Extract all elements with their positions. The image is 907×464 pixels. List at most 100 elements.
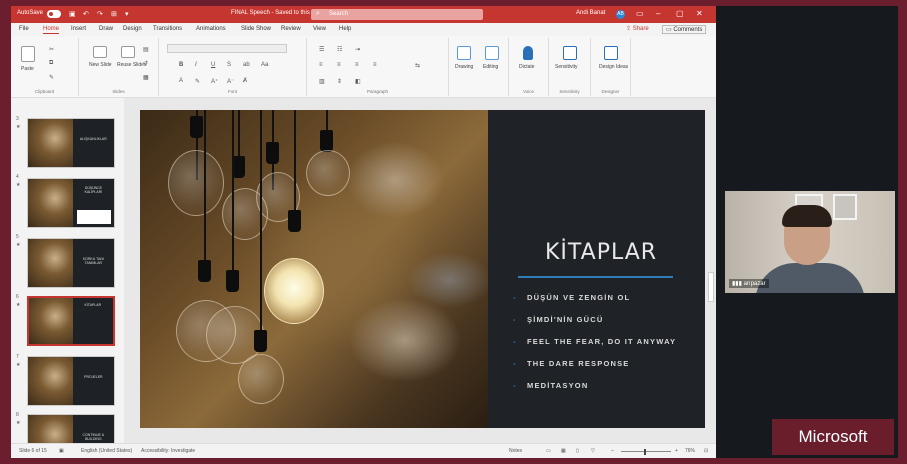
thumb-number: 5	[16, 234, 19, 240]
font-shrink-icon[interactable]: A⁻	[227, 78, 234, 85]
align-right-icon[interactable]: ≡	[355, 62, 359, 68]
avatar[interactable]: AB	[616, 10, 625, 19]
autosave-toggle[interactable]	[47, 10, 61, 18]
paste-icon[interactable]	[21, 46, 35, 62]
group-voice: Dictate Voice	[509, 38, 549, 96]
language-status[interactable]: English (United States)	[81, 448, 132, 454]
font-size-icon[interactable]: A⁺	[211, 78, 218, 85]
scrollbar-thumb[interactable]	[708, 272, 714, 302]
tab-insert[interactable]: Insert	[71, 26, 86, 32]
align-left-icon[interactable]: ≡	[319, 62, 323, 68]
microphone-icon[interactable]	[523, 46, 533, 60]
tab-slide-show[interactable]: Slide Show	[241, 26, 271, 32]
comments-label: Comments	[673, 27, 703, 33]
share-button[interactable]: ⇪ Share	[626, 25, 649, 32]
highlight-icon[interactable]: ✎	[195, 78, 200, 85]
thumbnail-slide-5[interactable]: KORKU TANI TANIMLAR	[27, 238, 115, 288]
strikethrough-icon[interactable]: S	[227, 62, 231, 68]
italic-icon[interactable]: I	[195, 62, 197, 68]
spellcheck-icon[interactable]: ▣	[59, 448, 64, 454]
tab-file[interactable]: File	[19, 26, 29, 32]
section-icon[interactable]: ▦	[143, 74, 149, 81]
slideshow-icon[interactable]: ▽	[591, 448, 595, 454]
present-icon[interactable]: ⊞	[111, 10, 117, 18]
normal-view-icon[interactable]: ▭	[546, 448, 551, 454]
align-center-icon[interactable]: ≡	[337, 62, 341, 68]
fit-slide-icon[interactable]: ⊡	[704, 448, 708, 454]
zoom-in-icon[interactable]: +	[675, 448, 678, 454]
reading-view-icon[interactable]: ▯	[576, 448, 579, 454]
thumbnail-slide-3[interactable]: ALIŞKANLIKLAR	[27, 118, 115, 168]
font-family-select[interactable]	[167, 44, 287, 53]
accessibility-status[interactable]: Accessibility: Investigate	[141, 448, 195, 454]
text-direction-icon[interactable]: ⇆	[415, 62, 420, 69]
design-ideas-icon[interactable]	[604, 46, 618, 60]
change-case-icon[interactable]: Aa	[261, 62, 268, 68]
layout-icon[interactable]: ▤	[143, 46, 149, 53]
spacing-icon[interactable]: ab	[243, 62, 250, 68]
tab-animations[interactable]: Animations	[196, 26, 226, 32]
zoom-out-icon[interactable]: –	[611, 448, 614, 454]
copy-icon[interactable]: ⧉	[49, 60, 53, 67]
indent-icon[interactable]: ⇥	[355, 46, 360, 53]
star-icon: ★	[16, 124, 21, 130]
tab-transitions[interactable]: Transitions	[153, 26, 182, 32]
wire	[232, 110, 234, 270]
justify-icon[interactable]: ≡	[373, 62, 377, 68]
reset-icon[interactable]: ↺	[143, 60, 148, 67]
drawing-icon[interactable]	[457, 46, 471, 60]
smartart-icon[interactable]: ◧	[355, 78, 361, 85]
sensitivity-icon[interactable]	[563, 46, 577, 60]
bullets-icon[interactable]: ☰	[319, 46, 324, 53]
save-icon[interactable]: ▣	[69, 10, 76, 18]
ribbon-display-icon[interactable]: ▭	[636, 9, 644, 18]
tab-draw[interactable]: Draw	[99, 26, 113, 32]
thumbnail-slide-8[interactable]: CONTINUE & BUILDING	[27, 414, 115, 443]
slide-title[interactable]: KİTAPLAR	[545, 240, 657, 265]
list-item: - THE DARE RESPONSE	[513, 359, 630, 368]
tab-review[interactable]: Review	[281, 26, 301, 32]
slide-bullet-list[interactable]: - DÜŞÜN VE ZENGİN OL - ŞİMDİ'NİN GÜCÜ - FEE…	[513, 293, 676, 403]
cut-icon[interactable]: ✂	[49, 46, 54, 53]
underline-icon[interactable]: U	[211, 62, 215, 68]
close-icon[interactable]: ✕	[696, 9, 703, 18]
current-slide[interactable]: KİTAPLAR - DÜŞÜN VE ZENGİN OL - ŞİMDİ'NİN …	[140, 110, 705, 428]
slide-sorter-icon[interactable]: ▦	[561, 448, 566, 454]
customize-icon[interactable]: ▾	[125, 10, 129, 18]
sensitivity-label: Sensitivity	[555, 64, 578, 70]
minimize-icon[interactable]: –	[656, 9, 660, 18]
tab-home[interactable]: Home	[43, 26, 60, 34]
notes-button[interactable]: Notes	[509, 448, 522, 454]
tab-design[interactable]: Design	[123, 26, 142, 32]
clear-format-icon[interactable]: Ⱥ	[243, 78, 247, 84]
redo-icon[interactable]: ↷	[97, 10, 103, 18]
tab-view[interactable]: View	[313, 26, 326, 32]
bulb-socket	[190, 116, 203, 138]
reuse-slides-icon[interactable]	[121, 46, 135, 58]
tab-help[interactable]: Help	[339, 26, 351, 32]
zoom-slider-knob[interactable]	[644, 449, 646, 455]
vertical-scrollbar[interactable]	[708, 98, 716, 443]
font-color-icon[interactable]: A	[179, 78, 183, 84]
star-icon: ★	[16, 362, 21, 368]
zoom-slider[interactable]	[621, 451, 671, 452]
comments-button[interactable]: ▭ Comments	[662, 25, 707, 34]
maximize-icon[interactable]: ▢	[676, 9, 684, 18]
new-slide-icon[interactable]	[93, 46, 107, 58]
search-input[interactable]: ⌕ Search	[311, 9, 483, 20]
bulb-socket	[254, 330, 267, 352]
format-painter-icon[interactable]: ✎	[49, 74, 54, 81]
zoom-level[interactable]: 76%	[685, 448, 695, 454]
bold-icon[interactable]: B	[179, 62, 183, 68]
thumbnail-slide-6[interactable]: KİTAPLAR	[27, 296, 115, 346]
slide-counter: Slide 6 of 15	[19, 448, 47, 454]
undo-icon[interactable]: ↶	[83, 10, 89, 18]
thumbnail-slide-7[interactable]: PROJELER	[27, 356, 115, 406]
drawing-label: Drawing	[455, 64, 474, 70]
title-bar: AutoSave ▣ ↶ ↷ ⊞ ▾ FINAL Speech - Saved …	[11, 6, 716, 23]
columns-icon[interactable]: ▥	[319, 78, 325, 85]
align-text-icon[interactable]: ⇕	[337, 78, 342, 85]
find-icon[interactable]	[485, 46, 499, 60]
numbering-icon[interactable]: ☷	[337, 46, 342, 53]
thumbnail-slide-4[interactable]: DÜŞÜNCE KALIPLARI	[27, 178, 115, 228]
